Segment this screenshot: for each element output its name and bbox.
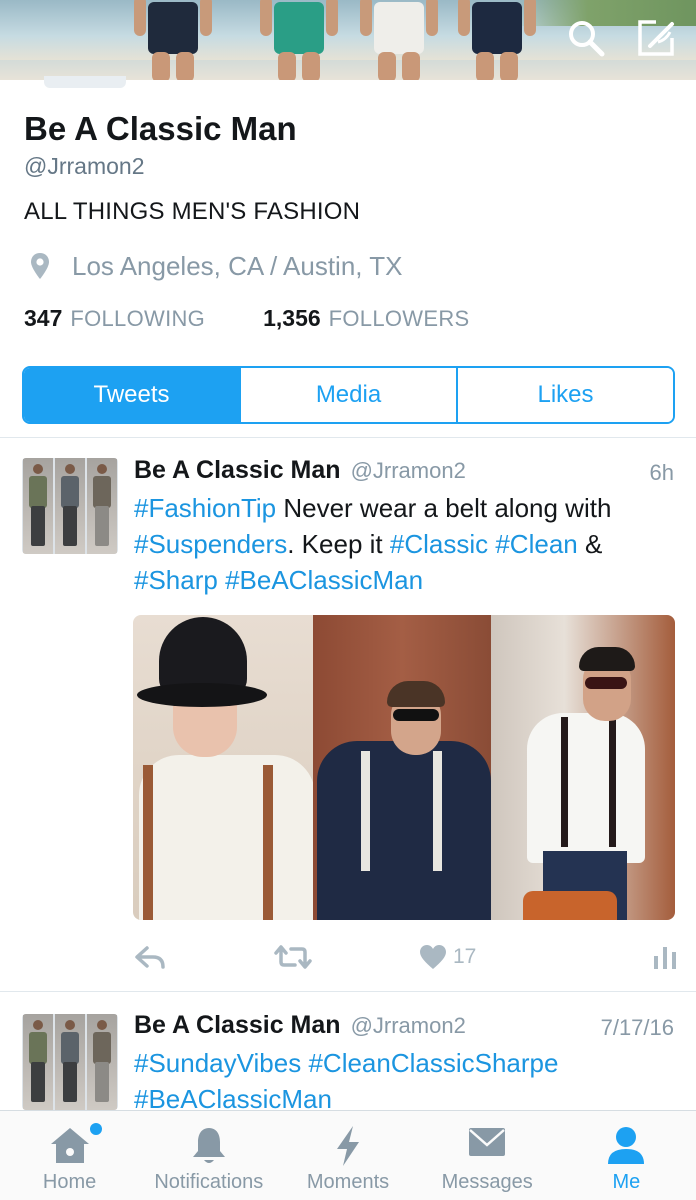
tweet-timestamp: 7/17/16 — [600, 1015, 674, 1040]
hashtag-link[interactable]: #BeAClassicMan — [225, 565, 423, 595]
tabbar-home[interactable]: Home — [0, 1111, 139, 1200]
bell-icon — [192, 1128, 225, 1163]
tweet-avatar[interactable] — [22, 1014, 118, 1110]
tabbar-label: Me — [612, 1171, 641, 1193]
like-count: 17 — [453, 945, 477, 968]
media-panel-hat — [133, 615, 313, 920]
bottom-tab-bar: Home Notifications Moments Messages Me — [0, 1110, 696, 1200]
tweet-text-line: #FashionTip Never wear a belt along with — [134, 490, 679, 526]
compose-icon[interactable] — [636, 18, 676, 58]
tweet-text-segment: & — [577, 529, 603, 559]
following-count[interactable]: 347 — [24, 305, 62, 332]
tweet-author-handle[interactable]: @Jrramon2 — [351, 458, 466, 484]
analytics-icon[interactable] — [653, 940, 677, 974]
tweet-author-name[interactable]: Be A Classic Man — [134, 1011, 341, 1040]
profile-location: Los Angeles, CA / Austin, TX — [24, 250, 403, 282]
tabbar-notifications[interactable]: Notifications — [139, 1111, 278, 1200]
header-model-1 — [134, 0, 212, 80]
search-icon[interactable] — [566, 18, 606, 58]
envelope-icon — [469, 1128, 506, 1156]
hashtag-link[interactable]: #SundayVibes — [134, 1048, 301, 1078]
retweet-icon[interactable] — [273, 940, 313, 974]
tab-tweets[interactable]: Tweets — [24, 368, 239, 422]
followers-label[interactable]: FOLLOWERS — [329, 306, 470, 332]
tweet-text: #SundayVibes #CleanClassicSharpe #BeAClas… — [134, 1045, 679, 1117]
header-model-2 — [260, 0, 338, 80]
media-panel-navy — [313, 615, 491, 920]
tweet-author-name[interactable]: Be A Classic Man — [134, 456, 341, 485]
tweet-author-handle[interactable]: @Jrramon2 — [351, 1013, 466, 1039]
media-panel-white — [491, 615, 675, 920]
home-notification-dot — [90, 1123, 102, 1135]
tab-likes[interactable]: Likes — [456, 368, 673, 422]
profile-handle: @Jrramon2 — [24, 153, 145, 179]
location-pin-icon — [31, 253, 49, 279]
tweet-text-segment: . Keep it — [287, 529, 390, 559]
profile-stats: 347 FOLLOWING 1,356 FOLLOWERS — [24, 305, 470, 335]
tweet-text-line: #SundayVibes #CleanClassicSharpe — [134, 1045, 679, 1081]
profile-bio: ALL THINGS MEN'S FASHION — [24, 198, 361, 225]
tweet-actions: 17 — [133, 940, 678, 974]
tab-media[interactable]: Media — [239, 368, 456, 422]
tabbar-label: Moments — [306, 1171, 390, 1193]
location-text: Los Angeles, CA / Austin, TX — [72, 250, 403, 281]
profile-avatar-edge — [44, 76, 126, 88]
tabbar-label: Home — [42, 1171, 97, 1193]
following-label[interactable]: FOLLOWING — [70, 306, 205, 332]
tabbar-label: Notifications — [154, 1171, 264, 1193]
hashtag-link[interactable]: #Classic — [390, 529, 488, 559]
lightning-icon — [337, 1126, 359, 1166]
profile-tabs: Tweets Media Likes — [22, 366, 675, 424]
tweet-media-image[interactable] — [133, 615, 675, 920]
hashtag-link[interactable]: #CleanClassicSharpe — [308, 1048, 558, 1078]
tweet-header: Be A Classic Man @Jrramon2 — [134, 456, 466, 486]
followers-count[interactable]: 1,356 — [263, 305, 321, 332]
tweet-text-line: #Sharp #BeAClassicMan — [134, 562, 679, 598]
hashtag-link[interactable]: #Sharp — [134, 565, 218, 595]
tweet-text-segment: Never wear a belt along with — [276, 493, 612, 523]
tweet-avatar[interactable] — [22, 458, 118, 554]
tweet-text-segment — [218, 565, 225, 595]
tweet-timestamp: 6h — [649, 460, 674, 485]
reply-icon[interactable] — [133, 940, 167, 974]
header-model-4 — [458, 0, 536, 80]
header-model-3 — [360, 0, 438, 80]
hashtag-link[interactable]: #Clean — [495, 529, 577, 559]
hashtag-link[interactable]: #FashionTip — [134, 493, 276, 523]
tabbar-me[interactable]: Me — [557, 1111, 696, 1200]
header-photo — [0, 0, 696, 80]
tweet-header: Be A Classic Man @Jrramon2 — [134, 1011, 466, 1041]
home-icon — [50, 1128, 89, 1163]
profile-name: Be A Classic Man — [24, 110, 297, 147]
heart-icon — [420, 945, 446, 969]
like-button[interactable]: 17 — [419, 940, 476, 974]
tabbar-moments[interactable]: Moments — [278, 1111, 417, 1200]
hashtag-link[interactable]: #Suspenders — [134, 529, 287, 559]
divider — [0, 437, 696, 438]
person-icon — [608, 1127, 645, 1164]
divider — [0, 991, 696, 992]
tabbar-messages[interactable]: Messages — [418, 1111, 557, 1200]
tweet-text-line: #Suspenders. Keep it #Classic #Clean & — [134, 526, 679, 562]
tweet-text: #FashionTip Never wear a belt along with… — [134, 490, 679, 598]
tabbar-label: Messages — [441, 1171, 533, 1193]
